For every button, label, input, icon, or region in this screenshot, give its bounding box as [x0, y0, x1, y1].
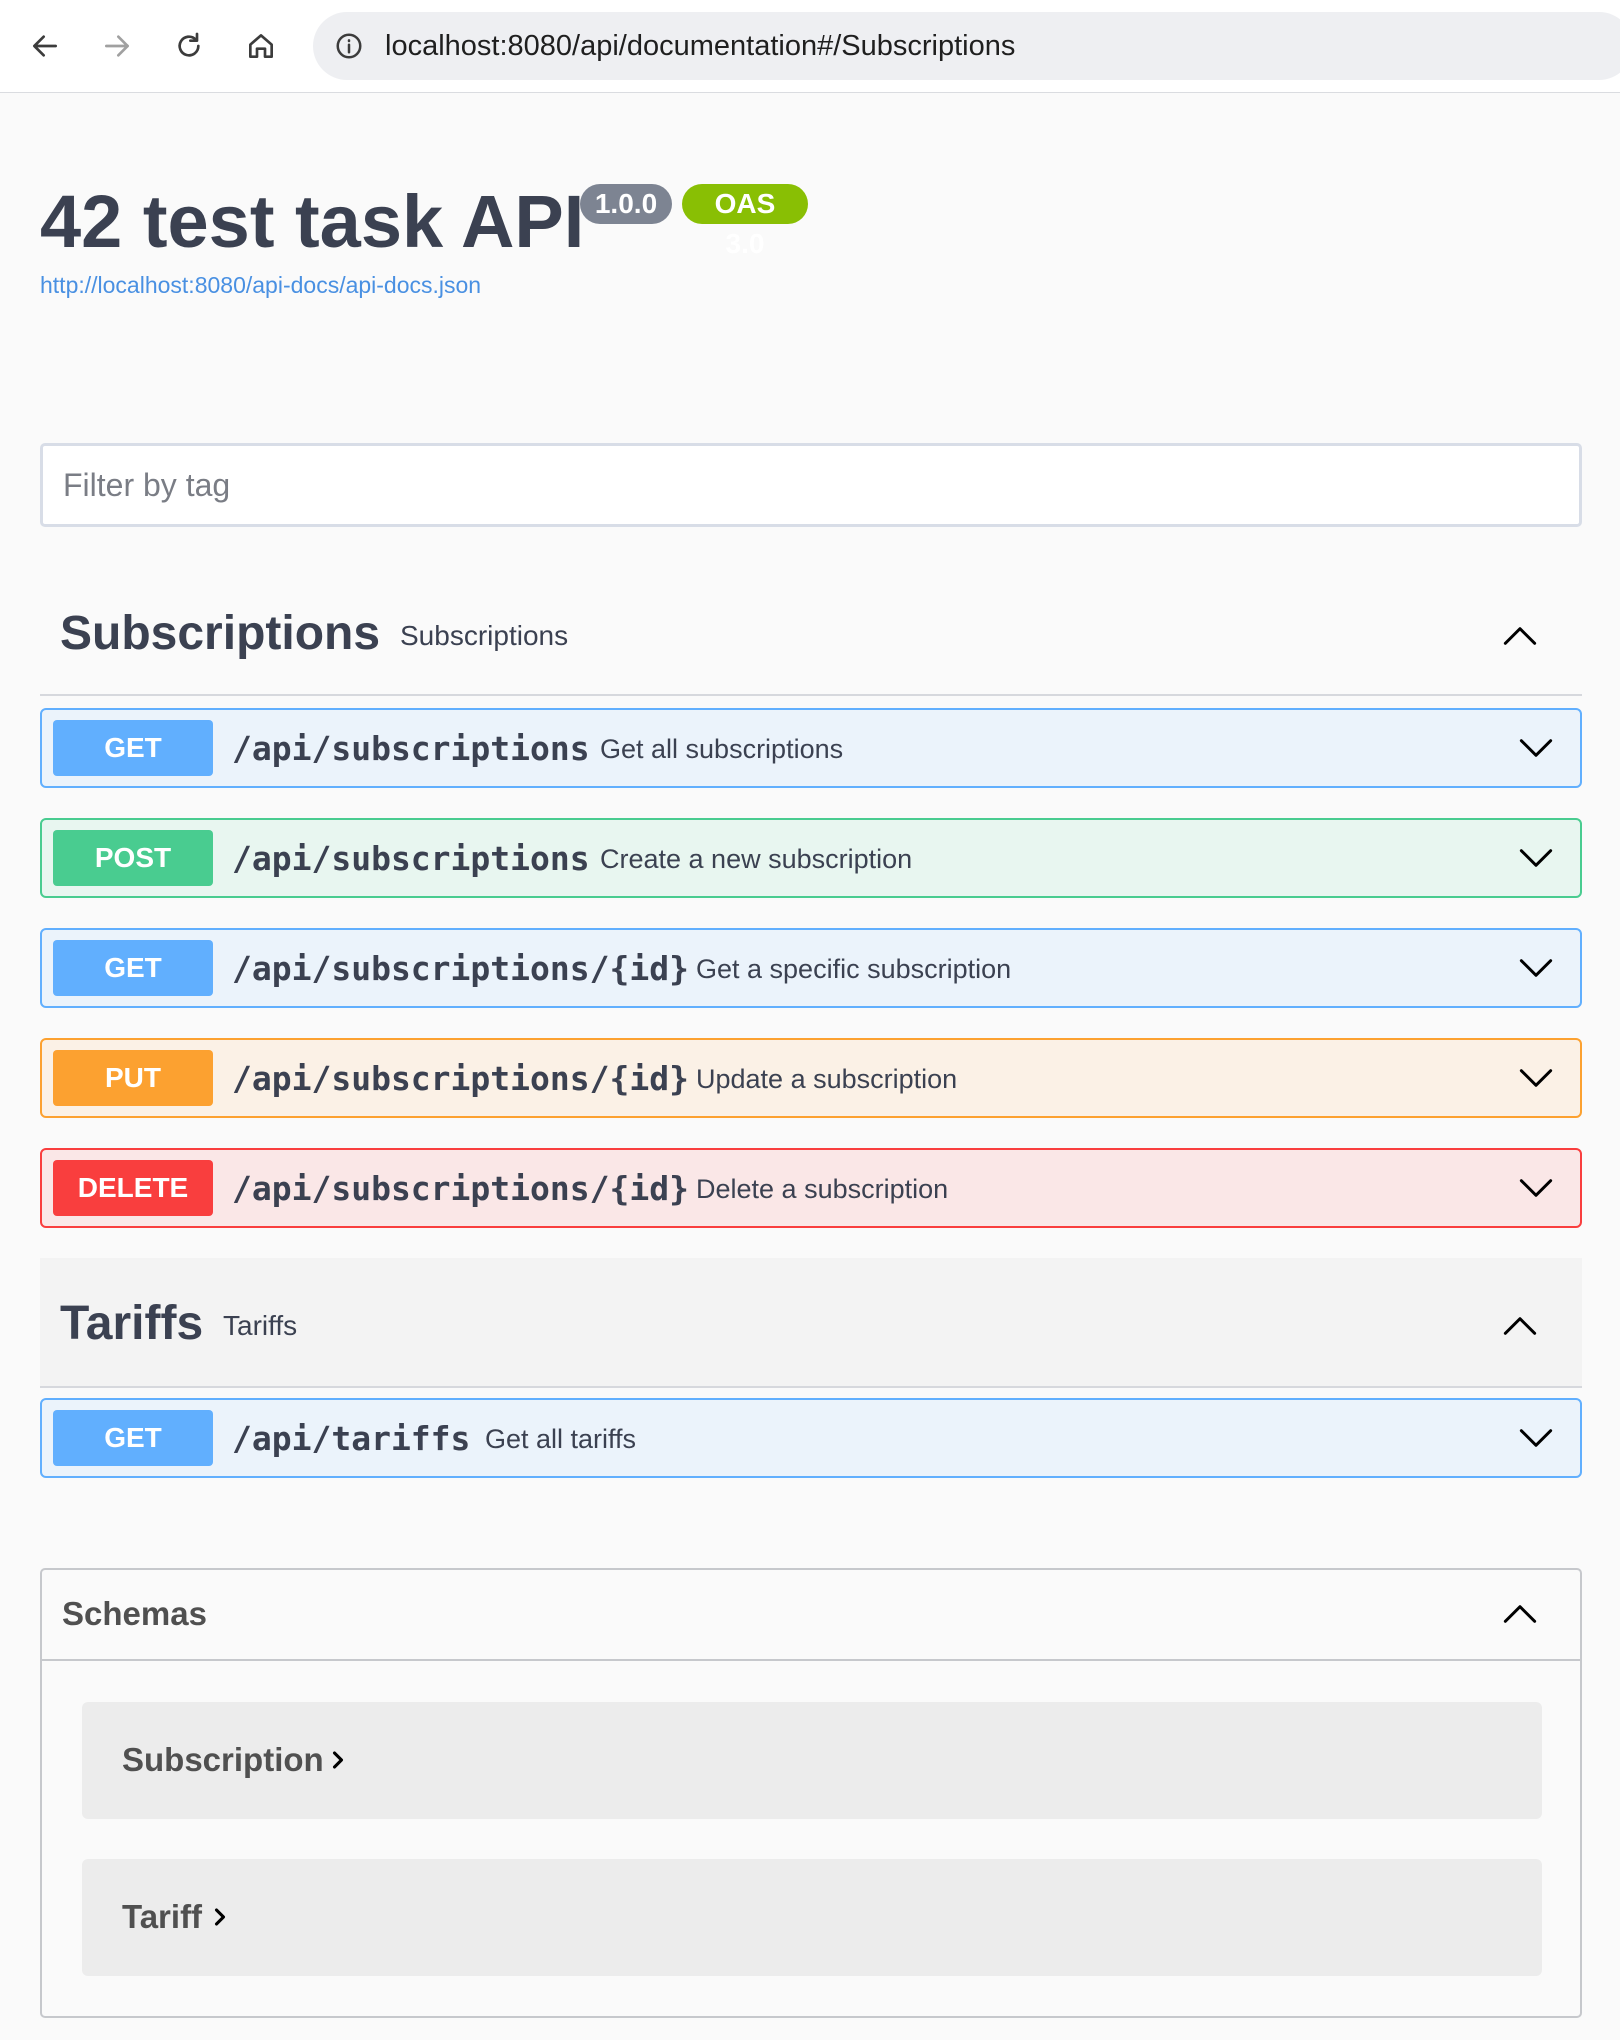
tag-description: Tariffs — [223, 1310, 298, 1341]
tag-header-tariffs[interactable]: Tariffs Tariffs — [40, 1258, 1582, 1388]
tag-name: Subscriptions — [60, 607, 381, 660]
url-text[interactable]: localhost:8080/api/documentation#/Subscr… — [385, 30, 1015, 62]
arrow-right-icon — [105, 35, 129, 57]
model-tariff[interactable]: Tariff — [82, 1859, 1542, 1976]
info-icon — [336, 33, 362, 59]
operation-get-subscription-by-id[interactable]: GET /api/subscriptions/{id} Get a specif… — [40, 928, 1582, 1008]
chevron-up-icon[interactable] — [1498, 1304, 1542, 1348]
schemas-title: Schemas — [62, 1595, 207, 1632]
operation-get-tariffs[interactable]: GET /api/tariffs Get all tariffs — [40, 1398, 1582, 1478]
reload-button[interactable] — [163, 20, 215, 72]
oas-badge: OAS 3.0 — [682, 184, 808, 259]
method-badge: GET — [53, 1410, 213, 1466]
method-badge: DELETE — [53, 1160, 213, 1216]
chevron-down-icon[interactable] — [1514, 726, 1558, 770]
operation-path: /api/subscriptions/{id} — [232, 949, 689, 988]
arrow-left-icon — [33, 35, 57, 57]
home-icon — [249, 34, 273, 58]
chevron-up-icon[interactable] — [1498, 1592, 1542, 1636]
operation-path: /api/subscriptions/{id} — [232, 1059, 689, 1098]
forward-button[interactable] — [91, 20, 143, 72]
chevron-right-icon[interactable] — [206, 1903, 234, 1931]
api-title: 42 test task API — [40, 180, 585, 263]
operation-path: /api/tariffs — [232, 1419, 471, 1458]
chevron-right-icon[interactable] — [324, 1746, 352, 1774]
operation-path: /api/subscriptions — [232, 729, 590, 768]
chevron-up-icon[interactable] — [1498, 614, 1542, 658]
chevron-down-icon[interactable] — [1514, 1166, 1558, 1210]
schemas-section: Schemas Subscription Tariff — [40, 1568, 1582, 2018]
browser-toolbar: localhost:8080/api/documentation#/Subscr… — [0, 0, 1620, 93]
operation-summary: Create a new subscription — [600, 844, 913, 874]
operation-summary: Get all tariffs — [485, 1424, 637, 1454]
operation-summary: Get all subscriptions — [600, 734, 844, 764]
operation-post-subscriptions[interactable]: POST /api/subscriptions Create a new sub… — [40, 818, 1582, 898]
back-button[interactable] — [19, 20, 71, 72]
operation-put-subscription-by-id[interactable]: PUT /api/subscriptions/{id} Update a sub… — [40, 1038, 1582, 1118]
operation-summary: Get a specific subscription — [696, 954, 1012, 984]
filter-by-tag-input[interactable] — [40, 443, 1582, 527]
operation-summary: Update a subscription — [696, 1064, 958, 1094]
reload-icon — [178, 32, 200, 57]
spec-url-link[interactable]: http://localhost:8080/api-docs/api-docs.… — [40, 272, 481, 299]
operation-summary: Delete a subscription — [696, 1174, 949, 1204]
operation-delete-subscription-by-id[interactable]: DELETE /api/subscriptions/{id} Delete a … — [40, 1148, 1582, 1228]
tag-header-subscriptions[interactable]: Subscriptions Subscriptions — [40, 574, 1582, 696]
site-info-button[interactable] — [331, 28, 367, 64]
model-name: Tariff — [122, 1898, 203, 1935]
operation-path: /api/subscriptions/{id} — [232, 1169, 689, 1208]
model-subscription[interactable]: Subscription — [82, 1702, 1542, 1819]
method-badge: GET — [53, 720, 213, 776]
method-badge: PUT — [53, 1050, 213, 1106]
chevron-down-icon[interactable] — [1514, 1056, 1558, 1100]
method-badge: POST — [53, 830, 213, 886]
operation-path: /api/subscriptions — [232, 839, 590, 878]
model-name: Subscription — [122, 1741, 324, 1778]
tag-description: Subscriptions — [400, 620, 569, 651]
method-badge: GET — [53, 940, 213, 996]
home-button[interactable] — [235, 20, 287, 72]
operation-get-subscriptions[interactable]: GET /api/subscriptions Get all subscript… — [40, 708, 1582, 788]
chevron-down-icon[interactable] — [1514, 1416, 1558, 1460]
version-badge: 1.0.0 — [580, 184, 672, 224]
chevron-down-icon[interactable] — [1514, 836, 1558, 880]
address-bar[interactable]: localhost:8080/api/documentation#/Subscr… — [313, 12, 1620, 80]
tag-name: Tariffs — [60, 1297, 204, 1350]
chevron-down-icon[interactable] — [1514, 946, 1558, 990]
schemas-header[interactable]: Schemas — [42, 1570, 1580, 1661]
